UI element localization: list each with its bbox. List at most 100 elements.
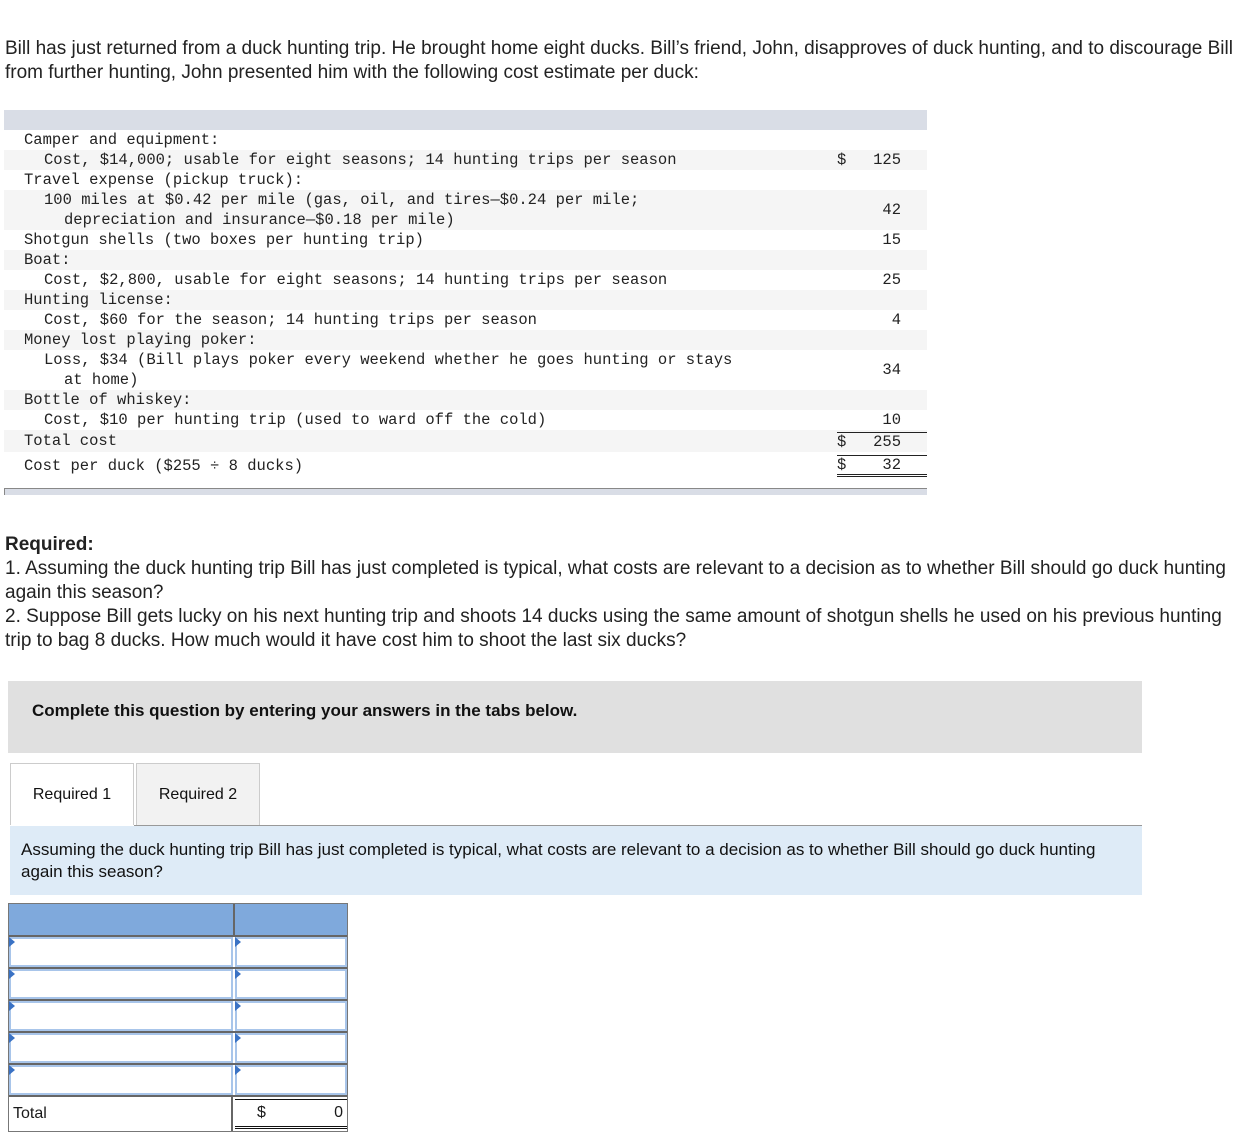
estimate-label-text: Cost, $14,000; usable for eight seasons;… [44,151,677,169]
estimate-label-text: Camper and equipment: [24,131,220,149]
answer-row [9,1065,347,1097]
estimate-amount: 15 [882,231,901,249]
estimate-label-text: Travel expense (pickup truck): [24,171,304,189]
answer-table: Total $ 0 [8,903,348,1132]
estimate-amount: 125 [873,151,901,169]
estimate-row: Camper and equipment: [4,130,927,150]
estimate-label-text: Bottle of whiskey: [24,391,192,409]
estimate-row: Travel expense (pickup truck): [4,170,927,190]
estimate-per-duck-row-dollar-sign: $ [837,456,847,474]
estimate-label: Cost, $10 per hunting trip (used to ward… [4,410,837,430]
cost-estimate-body: Camper and equipment: Cost, $14,000; usab… [4,130,927,480]
answer-table-header [9,904,347,937]
estimate-dollar-sign [837,361,859,379]
estimate-total-row-amount: 255 [873,432,901,451]
required-section: Required: 1. Assuming the duck hunting t… [5,533,1240,653]
estimate-label: Boat: [4,250,837,270]
answer-row [9,937,347,969]
estimate-label-text: Boat: [24,251,71,269]
estimate-label: Bottle of whiskey: [4,390,837,410]
estimate-per-duck-row-amount: 32 [882,456,901,474]
answer-total-row: Total $ 0 [9,1097,347,1131]
answer-item-dropdown[interactable] [11,1067,231,1093]
answer-item-dropdown[interactable] [11,971,231,997]
answer-item-cell[interactable] [9,937,233,967]
estimate-dollar-sign [837,311,859,329]
estimate-row: Loss, $34 (Bill plays poker every weeken… [4,350,927,390]
problem-intro: Bill has just returned from a duck hunti… [5,38,1233,83]
instruction-banner: Complete this question by entering your … [8,681,1142,753]
estimate-row: Money lost playing poker: [4,330,927,350]
estimate-row: Cost, $2,800, usable for eight seasons; … [4,270,927,290]
estimate-label: Cost, $2,800, usable for eight seasons; … [4,270,837,290]
estimate-label: Loss, $34 (Bill plays poker every weeken… [4,350,837,390]
estimate-label-continuation: depreciation and insurance—$0.18 per mil… [64,211,455,229]
estimate-label-text: Cost, $2,800, usable for eight seasons; … [44,271,668,289]
estimate-per-duck-row-label: Cost per duck ($255 ÷ 8 ducks) [24,457,304,475]
estimate-dollar-sign: $ [837,151,847,169]
estimate-dollar-sign [837,271,859,289]
instruction-text: Complete this question by entering your … [32,701,578,720]
estimate-label-text: Loss, $34 (Bill plays poker every weeken… [44,351,733,369]
total-label: Total [9,1097,233,1131]
answer-item-cell[interactable] [9,1065,233,1095]
estimate-amount: 25 [882,271,901,289]
estimate-label-text: Shotgun shells (two boxes per hunting tr… [24,231,424,249]
estimate-per-duck-row: Cost per duck ($255 ÷ 8 ducks) $32 [4,452,927,480]
answer-item-dropdown[interactable] [11,939,231,965]
estimate-amount: 10 [882,411,901,429]
estimate-label: Shotgun shells (two boxes per hunting tr… [4,230,837,250]
estimate-row: Shotgun shells (two boxes per hunting tr… [4,230,927,250]
estimate-amount: 42 [882,201,901,219]
answer-amount-cell[interactable] [235,1065,347,1095]
estimate-row: Hunting license: [4,290,927,310]
estimate-row: Bottle of whiskey: [4,390,927,410]
answer-amount-cell[interactable] [235,969,347,999]
answer-amount-input[interactable] [237,971,345,997]
total-value: 0 [334,1104,343,1121]
answer-item-cell[interactable] [9,1001,233,1031]
required-item-1: 1. Assuming the duck hunting trip Bill h… [5,558,1226,603]
estimate-label-text: Cost, $10 per hunting trip (used to ward… [44,411,547,429]
estimate-label-text: 100 miles at $0.42 per mile (gas, oil, a… [44,191,640,209]
estimate-label: Travel expense (pickup truck): [4,170,837,190]
cost-estimate-table: Camper and equipment: Cost, $14,000; usab… [4,110,927,495]
estimate-amount: 34 [882,361,901,379]
tab-bar: Required 1 Required 2 [10,763,260,825]
estimate-row: Boat: [4,250,927,270]
tab-required-2[interactable]: Required 2 [136,763,260,825]
answer-amount-input[interactable] [237,939,345,965]
estimate-dollar-sign [837,411,859,429]
estimate-label-text: Cost, $60 for the season; 14 hunting tri… [44,311,537,329]
answer-item-cell[interactable] [9,1033,233,1063]
answer-amount-cell[interactable] [235,1001,347,1031]
estimate-label-continuation: at home) [64,371,139,389]
estimate-total-row: Total cost $255 [4,430,927,452]
required-item-2: 2. Suppose Bill gets lucky on his next h… [5,606,1222,651]
estimate-label: Cost, $60 for the season; 14 hunting tri… [4,310,837,330]
cost-estimate-footer [4,488,927,495]
answer-amount-cell[interactable] [235,937,347,967]
estimate-label-text: Hunting license: [24,291,173,309]
header-cell-item [9,904,235,935]
answer-item-dropdown[interactable] [11,1035,231,1061]
estimate-label: Money lost playing poker: [4,330,837,350]
answer-row [9,1033,347,1065]
question-box: Assuming the duck hunting trip Bill has … [10,826,1142,895]
answer-amount-cell[interactable] [235,1033,347,1063]
cost-estimate-header [4,110,927,130]
tab-required-1[interactable]: Required 1 [10,763,134,825]
estimate-row: 100 miles at $0.42 per mile (gas, oil, a… [4,190,927,230]
answer-item-dropdown[interactable] [11,1003,231,1029]
answer-amount-input[interactable] [237,1035,345,1061]
answer-amount-input[interactable] [237,1067,345,1093]
answer-amount-input[interactable] [237,1003,345,1029]
answer-item-cell[interactable] [9,969,233,999]
estimate-total-row-dollar-sign: $ [837,432,847,451]
estimate-amount: 4 [891,311,901,329]
estimate-label-text: Money lost playing poker: [24,331,257,349]
header-cell-amount [235,904,347,935]
required-heading: Required: [5,534,94,555]
total-dollar-sign: $ [257,1104,266,1121]
answer-row [9,1001,347,1033]
